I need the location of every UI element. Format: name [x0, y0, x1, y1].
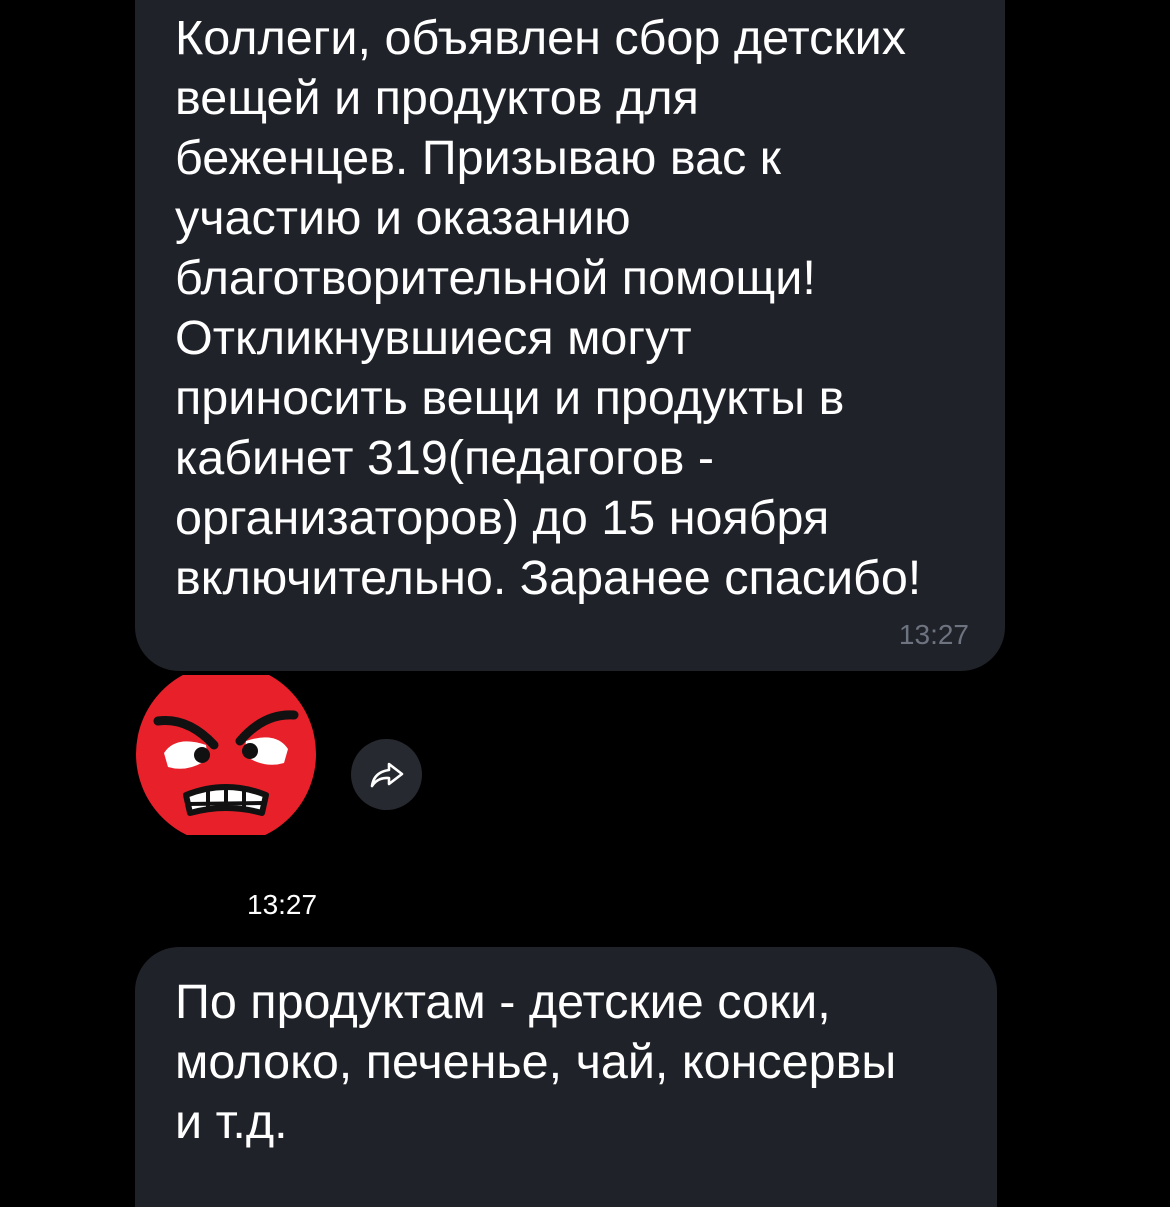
- message-line: участию и оказанию: [175, 191, 631, 245]
- message-text: По продуктам - детские соки, молоко, печ…: [175, 972, 957, 1152]
- message-line: и т.д.: [175, 1095, 288, 1149]
- message-line: вещей и продуктов для: [175, 71, 699, 125]
- message-text: Коллеги, объявлен сбор детских вещей и п…: [175, 8, 965, 608]
- message-bubble-1[interactable]: Коллеги, объявлен сбор детских вещей и п…: [135, 0, 1005, 671]
- message-line: приносить вещи и продукты в: [175, 371, 845, 425]
- message-line: Откликнувшиеся могут: [175, 311, 692, 365]
- angry-face-icon: [136, 675, 316, 835]
- message-line: По продуктам - детские соки,: [175, 975, 831, 1029]
- angry-face-sticker[interactable]: [136, 675, 317, 835]
- share-arrow-icon: [370, 762, 403, 787]
- message-timestamp: 13:27: [898, 619, 969, 650]
- message-bubble-2[interactable]: По продуктам - детские соки, молоко, печ…: [135, 947, 997, 1207]
- share-button[interactable]: [351, 739, 422, 810]
- message-line: включительно. Заранее спасибо!: [175, 551, 922, 605]
- sticker-timestamp: 13:27: [247, 889, 318, 920]
- message-line: беженцев. Призываю вас к: [175, 131, 781, 185]
- message-line: молоко, печенье, чай, консервы: [175, 1035, 897, 1089]
- message-line: благотворительной помощи!: [175, 251, 816, 305]
- message-line: кабинет 319(педагогов -: [175, 431, 715, 485]
- message-line: организаторов) до 15 ноября: [175, 491, 830, 545]
- message-line: Коллеги, объявлен сбор детских: [175, 11, 906, 65]
